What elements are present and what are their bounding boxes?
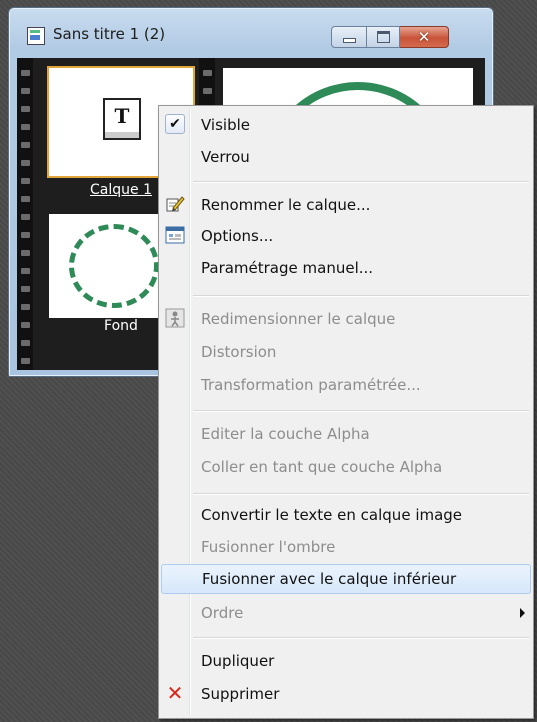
delete-x-icon: ✕ — [166, 681, 184, 705]
title-bar[interactable]: Sans titre 1 (2) ✕ — [9, 8, 493, 56]
menu-item-coller-alpha: Coller en tant que couche Alpha — [201, 458, 443, 476]
menu-item-fusionner-ombre: Fusionner l'ombre — [201, 538, 336, 556]
menu-item-transformation: Transformation paramétrée... — [201, 376, 421, 394]
film-strip-left — [17, 58, 33, 370]
context-menu: ✔ Visible Verrou Renommer le calque... O… — [158, 105, 534, 719]
menu-item-ordre[interactable]: Ordre — [161, 598, 531, 628]
maximize-button[interactable] — [367, 26, 400, 48]
submenu-arrow-icon — [520, 608, 525, 618]
minimize-button[interactable] — [331, 26, 367, 48]
menu-separator — [193, 295, 529, 297]
menu-item-options[interactable]: Options... — [161, 221, 531, 251]
menu-separator — [193, 410, 529, 412]
rename-pencil-icon — [165, 194, 185, 214]
menu-item-parametrage-manuel[interactable]: Paramétrage manuel... — [161, 253, 531, 283]
menu-separator — [193, 181, 529, 183]
ring-image-icon — [69, 224, 159, 308]
maximize-icon — [376, 31, 390, 43]
window-title: Sans titre 1 (2) — [53, 25, 166, 43]
menu-item-renommer[interactable]: Renommer le calque... — [161, 190, 531, 220]
menu-item-editer-alpha: Editer la couche Alpha — [201, 425, 370, 443]
menu-item-convertir-texte[interactable]: Convertir le texte en calque image — [161, 500, 531, 530]
options-dialog-icon — [165, 225, 185, 245]
document-icon — [27, 27, 45, 45]
menu-item-dupliquer[interactable]: Dupliquer — [161, 646, 531, 676]
menu-item-fusionner-inferieur[interactable]: Fusionner avec le calque inférieur — [161, 564, 531, 594]
menu-item-distorsion: Distorsion — [201, 343, 277, 361]
window-controls: ✕ — [331, 26, 449, 48]
checkmark-icon: ✔ — [165, 114, 185, 134]
menu-item-visible[interactable]: ✔ Visible — [161, 110, 531, 140]
text-layer-icon: T — [103, 98, 141, 140]
menu-separator — [193, 493, 529, 495]
menu-item-supprimer[interactable]: ✕ Supprimer — [161, 679, 531, 709]
menu-separator — [193, 637, 529, 639]
close-icon: ✕ — [417, 27, 431, 46]
menu-item-redimensionner-label: Redimensionner le calque — [201, 310, 396, 328]
minimize-icon — [342, 38, 356, 43]
menu-item-verrou[interactable]: Verrou — [161, 142, 531, 172]
close-button[interactable]: ✕ — [400, 26, 449, 48]
